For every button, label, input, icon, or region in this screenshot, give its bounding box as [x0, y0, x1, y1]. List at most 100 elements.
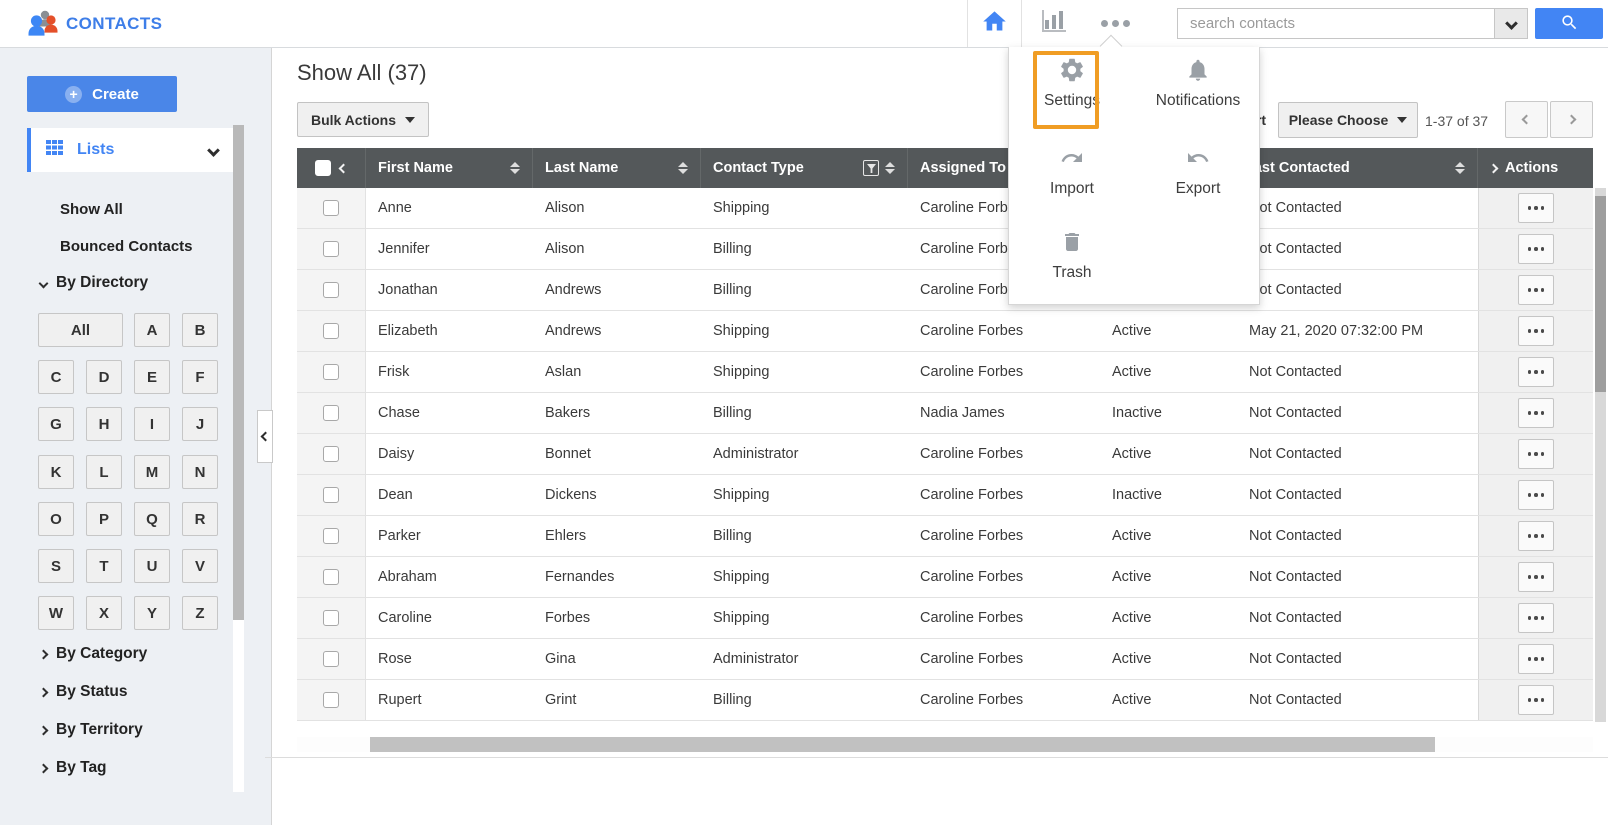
directory-letter-w[interactable]: W: [38, 596, 74, 630]
directory-letter-m[interactable]: M: [134, 455, 170, 489]
directory-letter-t[interactable]: T: [86, 549, 122, 583]
row-actions-button[interactable]: [1518, 521, 1554, 551]
horizontal-scrollbar-thumb[interactable]: [370, 737, 1435, 752]
directory-letter-b[interactable]: B: [182, 313, 218, 347]
create-button[interactable]: + Create: [27, 76, 177, 112]
sidebar-section-by-status[interactable]: By Status: [38, 683, 128, 701]
sidebar-scrollbar-thumb[interactable]: [233, 125, 244, 620]
directory-letter-u[interactable]: U: [134, 549, 170, 583]
row-actions-button[interactable]: [1518, 562, 1554, 592]
row-checkbox[interactable]: [323, 200, 339, 216]
column-header-actions[interactable]: Actions: [1478, 148, 1593, 188]
sort-select[interactable]: Please Choose: [1278, 102, 1418, 138]
column-header-last_name[interactable]: Last Name: [533, 148, 701, 188]
menu-item-notifications[interactable]: Notifications: [1135, 55, 1261, 110]
row-checkbox[interactable]: [323, 446, 339, 462]
directory-letter-q[interactable]: Q: [134, 502, 170, 536]
sort-arrows-icon[interactable]: [678, 162, 688, 174]
stats-button[interactable]: [1034, 0, 1076, 47]
next-page-button[interactable]: [1550, 101, 1593, 138]
directory-letter-k[interactable]: K: [38, 455, 74, 489]
sort-arrows-icon[interactable]: [1455, 162, 1465, 174]
row-actions-button[interactable]: [1518, 316, 1554, 346]
directory-letter-y[interactable]: Y: [134, 596, 170, 630]
directory-letter-j[interactable]: J: [182, 407, 218, 441]
directory-letter-z[interactable]: Z: [182, 596, 218, 630]
row-actions-button[interactable]: [1518, 234, 1554, 264]
bulk-actions-button[interactable]: Bulk Actions: [297, 102, 429, 137]
horizontal-scrollbar[interactable]: [297, 737, 1593, 752]
sidebar-section-by-category[interactable]: By Category: [38, 645, 147, 663]
sort-arrows-icon[interactable]: [885, 162, 895, 174]
column-header-select[interactable]: [297, 148, 366, 188]
row-actions-button[interactable]: [1518, 193, 1554, 223]
directory-letter-a[interactable]: A: [134, 313, 170, 347]
vertical-scrollbar-thumb[interactable]: [1595, 196, 1606, 392]
cell-first_name: Abraham: [378, 569, 437, 585]
column-header-last_contacted[interactable]: Last Contacted: [1233, 148, 1478, 188]
directory-letter-all[interactable]: All: [38, 313, 123, 347]
row-checkbox[interactable]: [323, 364, 339, 380]
row-checkbox[interactable]: [323, 405, 339, 421]
row-select-cell: [297, 680, 366, 720]
directory-letter-o[interactable]: O: [38, 502, 74, 536]
search-input[interactable]: [1177, 8, 1495, 39]
row-actions-button[interactable]: [1518, 644, 1554, 674]
row-actions-button[interactable]: [1518, 603, 1554, 633]
row-checkbox[interactable]: [323, 323, 339, 339]
select-all-checkbox[interactable]: [315, 160, 331, 176]
column-header-contact_type[interactable]: Contact Type: [701, 148, 908, 188]
sidebar-item-bounced-contacts[interactable]: Bounced Contacts: [60, 238, 193, 255]
sort-arrows-icon[interactable]: [510, 162, 520, 174]
directory-letter-n[interactable]: N: [182, 455, 218, 489]
directory-letter-d[interactable]: D: [86, 360, 122, 394]
row-actions-button[interactable]: [1518, 357, 1554, 387]
row-checkbox[interactable]: [323, 651, 339, 667]
row-actions-button[interactable]: [1518, 398, 1554, 428]
directory-letter-x[interactable]: X: [86, 596, 122, 630]
home-button[interactable]: [967, 0, 1022, 47]
menu-item-import[interactable]: Import: [1009, 143, 1135, 198]
directory-letter-i[interactable]: I: [134, 407, 170, 441]
directory-letter-h[interactable]: H: [86, 407, 122, 441]
filter-icon[interactable]: [863, 160, 879, 176]
row-actions-cell: [1478, 598, 1593, 638]
row-checkbox[interactable]: [323, 692, 339, 708]
search-options-button[interactable]: [1495, 8, 1528, 39]
sidebar-section-by-territory[interactable]: By Territory: [38, 721, 143, 739]
menu-item-settings[interactable]: Settings: [1009, 55, 1135, 110]
search-button[interactable]: [1535, 8, 1603, 39]
row-actions-button[interactable]: [1518, 439, 1554, 469]
directory-letter-c[interactable]: C: [38, 360, 74, 394]
sidebar-section-by-directory[interactable]: By Directory: [38, 274, 148, 292]
directory-letter-f[interactable]: F: [182, 360, 218, 394]
directory-letter-s[interactable]: S: [38, 549, 74, 583]
directory-letter-e[interactable]: E: [134, 360, 170, 394]
sidebar-item-lists[interactable]: Lists: [27, 128, 234, 172]
column-header-first_name[interactable]: First Name: [366, 148, 533, 188]
menu-item-label: Notifications: [1155, 92, 1241, 109]
sidebar-section-by-tag[interactable]: By Tag: [38, 759, 107, 777]
row-checkbox[interactable]: [323, 282, 339, 298]
vertical-scrollbar[interactable]: [1595, 188, 1606, 722]
sidebar-item-show-all[interactable]: Show All: [60, 201, 123, 218]
row-checkbox[interactable]: [323, 528, 339, 544]
menu-item-export[interactable]: Export: [1135, 143, 1261, 198]
sidebar-scrollbar[interactable]: [233, 125, 244, 792]
directory-letter-g[interactable]: G: [38, 407, 74, 441]
directory-letter-r[interactable]: R: [182, 502, 218, 536]
directory-letter-v[interactable]: V: [182, 549, 218, 583]
previous-page-button[interactable]: [1505, 101, 1548, 138]
row-checkbox[interactable]: [323, 610, 339, 626]
table-row: Daisy Bonnet Administrator Caroline Forbes A…: [297, 434, 1593, 475]
row-checkbox[interactable]: [323, 241, 339, 257]
directory-letter-p[interactable]: P: [86, 502, 122, 536]
row-actions-button[interactable]: [1518, 480, 1554, 510]
row-checkbox[interactable]: [323, 569, 339, 585]
row-actions-button[interactable]: [1518, 275, 1554, 305]
menu-item-trash[interactable]: Trash: [1009, 227, 1135, 282]
sidebar-collapse-handle[interactable]: [257, 410, 273, 463]
row-actions-button[interactable]: [1518, 685, 1554, 715]
row-checkbox[interactable]: [323, 487, 339, 503]
directory-letter-l[interactable]: L: [86, 455, 122, 489]
